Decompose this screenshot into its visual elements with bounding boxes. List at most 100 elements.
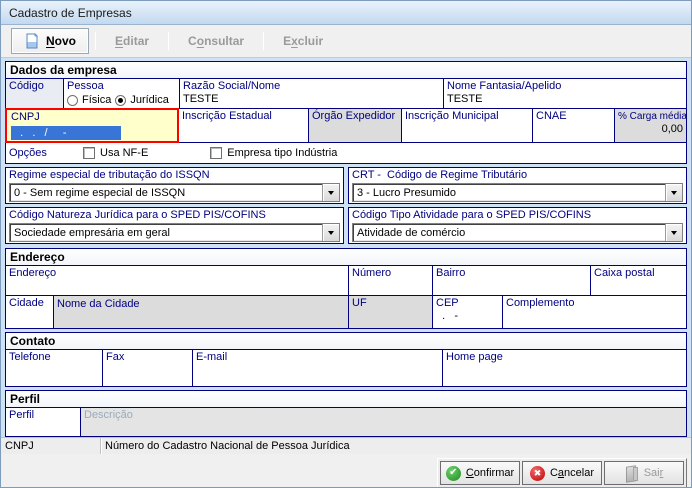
app-window: Cadastro de Empresas Novo Editar Consult… xyxy=(0,0,692,488)
chevron-down-icon[interactable] xyxy=(322,184,339,201)
juridica-radio[interactable] xyxy=(115,95,126,106)
complemento-field[interactable]: Complemento xyxy=(502,296,686,328)
orgao-expedidor-label: Órgão Expedidor xyxy=(312,110,398,123)
panel-tipo-atividade: Código Tipo Atividade para o SPED PIS/CO… xyxy=(348,207,687,244)
form-area: Dados da empresa Código Pessoa Física Ju… xyxy=(1,58,691,437)
carga-media-value: 0,00 xyxy=(618,123,683,136)
chevron-down-icon[interactable] xyxy=(665,184,682,201)
section-header-endereco: Endereço xyxy=(6,249,686,266)
juridica-radio-label: Jurídica xyxy=(130,94,169,106)
confirmar-button[interactable]: Confirmar xyxy=(440,461,520,485)
codigo-field[interactable]: Código xyxy=(6,79,63,108)
consultar-button-label: Consultar xyxy=(188,34,244,48)
cancelar-button-label: Cancelar xyxy=(550,467,594,479)
titlebar: Cadastro de Empresas xyxy=(1,1,691,25)
cnpj-label: CNPJ xyxy=(11,111,173,124)
endereco-field[interactable]: Endereço xyxy=(6,266,348,295)
cnae-field[interactable]: CNAE xyxy=(532,109,614,142)
editar-button[interactable]: Editar xyxy=(102,28,162,54)
cep-input-mask[interactable]: . - xyxy=(436,310,499,323)
sair-button[interactable]: Sair xyxy=(604,461,684,485)
fax-field[interactable]: Fax xyxy=(102,350,192,386)
carga-media-field: % Carga média 0,00 xyxy=(614,109,686,142)
panel-perfil: Perfil Perfil Descrição xyxy=(5,390,687,437)
section-header-dados-empresa: Dados da empresa xyxy=(6,62,686,79)
nome-fantasia-field[interactable]: Nome Fantasia/Apelido TESTE xyxy=(443,79,686,108)
perfil-label: Perfil xyxy=(9,409,77,422)
caixa-postal-label: Caixa postal xyxy=(594,267,683,280)
tipo-atividade-label: Código Tipo Atividade para o SPED PIS/CO… xyxy=(352,209,683,222)
razao-social-field[interactable]: Razão Social/Nome TESTE xyxy=(179,79,443,108)
sair-button-label: Sair xyxy=(644,467,664,479)
crt-label: CRT - Código de Regime Tributário xyxy=(352,169,683,182)
panel-regime-issqn: Regime especial de tributação do ISSQN 0… xyxy=(5,167,344,204)
section-header-contato: Contato xyxy=(6,333,686,350)
regime-issqn-selected: 0 - Sem regime especial de ISSQN xyxy=(10,187,322,199)
inscricao-estadual-field[interactable]: Inscrição Estadual xyxy=(178,109,308,142)
tipo-atividade-selected: Atividade de comércio xyxy=(353,227,665,239)
fisica-radio-label: Física xyxy=(82,94,111,106)
panel-natureza-juridica: Código Natureza Jurídica para o SPED PIS… xyxy=(5,207,344,244)
action-button-panel: Confirmar Cancelar Sair xyxy=(437,458,687,488)
inscricao-municipal-field[interactable]: Inscrição Municipal xyxy=(401,109,532,142)
toolbar-separator xyxy=(95,32,96,50)
door-exit-icon xyxy=(625,466,639,480)
crt-selected: 3 - Lucro Presumido xyxy=(353,187,665,199)
statusbar: CNPJ Número do Cadastro Nacional de Pess… xyxy=(1,437,691,454)
nome-fantasia-value[interactable]: TESTE xyxy=(447,93,683,106)
complemento-label: Complemento xyxy=(506,297,683,310)
check-circle-icon xyxy=(446,466,461,481)
telefone-field[interactable]: Telefone xyxy=(6,350,102,386)
cidade-field[interactable]: Nome da Cidade xyxy=(53,296,348,328)
chevron-down-icon[interactable] xyxy=(322,224,339,241)
caixa-postal-field[interactable]: Caixa postal xyxy=(590,266,686,295)
orgao-expedidor-field: Órgão Expedidor xyxy=(308,109,401,142)
toolbar: Novo Editar Consultar Excluir xyxy=(1,25,691,58)
cnpj-input-mask[interactable]: . . / - xyxy=(11,126,121,140)
natureza-juridica-combobox[interactable]: Sociedade empresária em geral xyxy=(9,223,340,242)
crt-combobox[interactable]: 3 - Lucro Presumido xyxy=(352,183,683,202)
excluir-button[interactable]: Excluir xyxy=(270,28,336,54)
cep-field[interactable]: CEP . - xyxy=(432,296,502,328)
cidade-label-cell: Cidade xyxy=(6,296,53,328)
cancelar-button[interactable]: Cancelar xyxy=(522,461,602,485)
bairro-label: Bairro xyxy=(436,267,587,280)
regime-issqn-combobox[interactable]: 0 - Sem regime especial de ISSQN xyxy=(9,183,340,202)
panel-crt: CRT - Código de Regime Tributário 3 - Lu… xyxy=(348,167,687,204)
cnpj-field[interactable]: CNPJ . . / - xyxy=(5,108,179,143)
fisica-radio[interactable] xyxy=(67,95,78,106)
uf-field: UF xyxy=(348,296,432,328)
x-circle-icon xyxy=(530,466,545,481)
toolbar-separator xyxy=(263,32,264,50)
panel-endereco: Endereço Endereço Número Bairro Caixa po… xyxy=(5,248,687,329)
natureza-juridica-selected: Sociedade empresária em geral xyxy=(10,227,322,239)
numero-field[interactable]: Número xyxy=(348,266,432,295)
pessoa-label: Pessoa xyxy=(67,80,176,93)
homepage-field[interactable]: Home page xyxy=(442,350,686,386)
razao-social-value[interactable]: TESTE xyxy=(183,93,440,106)
telefone-label: Telefone xyxy=(9,351,99,364)
cidade-placeholder: Nome da Cidade xyxy=(57,298,345,311)
opcoes-row: Opções Usa NF-E Empresa tipo Indústria xyxy=(6,143,686,163)
statusbar-hint: Número do Cadastro Nacional de Pessoa Ju… xyxy=(101,438,691,454)
window-title: Cadastro de Empresas xyxy=(9,6,132,20)
codigo-label: Código xyxy=(9,80,60,93)
bairro-field[interactable]: Bairro xyxy=(432,266,590,295)
perfil-field[interactable]: Perfil xyxy=(6,408,80,436)
endereco-label: Endereço xyxy=(9,267,345,280)
tipo-atividade-combobox[interactable]: Atividade de comércio xyxy=(352,223,683,242)
inscricao-estadual-label: Inscrição Estadual xyxy=(182,110,305,123)
empresa-tipo-industria-checkbox[interactable] xyxy=(210,147,222,159)
inscricao-municipal-label: Inscrição Municipal xyxy=(405,110,529,123)
panel-dados-empresa: Dados da empresa Código Pessoa Física Ju… xyxy=(5,61,687,164)
descricao-placeholder: Descrição xyxy=(84,409,683,422)
usa-nfe-checkbox[interactable] xyxy=(83,147,95,159)
fax-label: Fax xyxy=(106,351,189,364)
cidade-label: Cidade xyxy=(9,297,50,310)
chevron-down-icon[interactable] xyxy=(665,224,682,241)
email-field[interactable]: E-mail xyxy=(192,350,442,386)
novo-button[interactable]: Novo xyxy=(11,28,89,54)
panel-contato: Contato Telefone Fax E-mail Home page xyxy=(5,332,687,387)
consultar-button[interactable]: Consultar xyxy=(175,28,257,54)
opcoes-label: Opções xyxy=(9,147,69,160)
